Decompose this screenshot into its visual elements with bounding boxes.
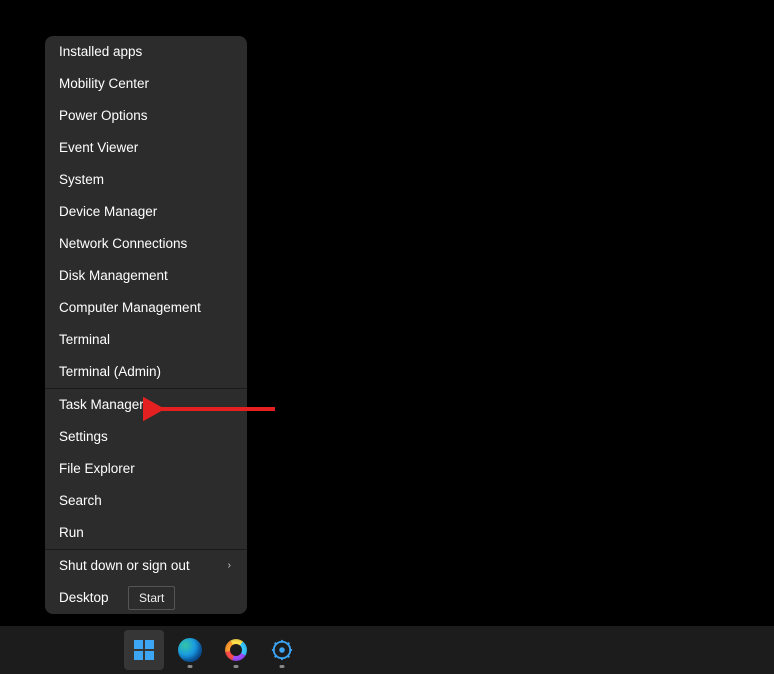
menu-terminal-admin[interactable]: Terminal (Admin) <box>45 356 247 388</box>
running-indicator <box>234 665 239 668</box>
menu-power-options[interactable]: Power Options <box>45 100 247 132</box>
menu-shutdown-signout[interactable]: Shut down or sign out › <box>45 550 247 582</box>
taskbar <box>0 626 774 674</box>
menu-item-label: Disk Management <box>59 267 168 285</box>
menu-event-viewer[interactable]: Event Viewer <box>45 132 247 164</box>
menu-item-label: Mobility Center <box>59 75 149 93</box>
menu-network-connections[interactable]: Network Connections <box>45 228 247 260</box>
menu-terminal[interactable]: Terminal <box>45 324 247 356</box>
menu-installed-apps[interactable]: Installed apps <box>45 36 247 68</box>
menu-computer-management[interactable]: Computer Management <box>45 292 247 324</box>
menu-item-label: Power Options <box>59 107 148 125</box>
menu-item-label: Shut down or sign out <box>59 557 190 575</box>
menu-search[interactable]: Search <box>45 485 247 517</box>
menu-file-explorer[interactable]: File Explorer <box>45 453 247 485</box>
gear-icon <box>271 639 293 661</box>
menu-item-label: Desktop <box>59 589 109 607</box>
menu-item-label: Terminal (Admin) <box>59 363 161 381</box>
menu-item-label: Task Manager <box>59 396 144 414</box>
menu-item-label: Computer Management <box>59 299 201 317</box>
menu-item-label: Settings <box>59 428 108 446</box>
menu-item-label: Network Connections <box>59 235 187 253</box>
edge-icon <box>178 638 202 662</box>
windows-logo-icon <box>132 638 156 662</box>
menu-task-manager[interactable]: Task Manager <box>45 389 247 421</box>
menu-settings[interactable]: Settings <box>45 421 247 453</box>
running-indicator <box>188 665 193 668</box>
menu-item-label: Device Manager <box>59 203 157 221</box>
menu-mobility-center[interactable]: Mobility Center <box>45 68 247 100</box>
menu-item-label: Terminal <box>59 331 110 349</box>
menu-device-manager[interactable]: Device Manager <box>45 196 247 228</box>
settings-button[interactable] <box>262 630 302 670</box>
menu-system[interactable]: System <box>45 164 247 196</box>
edge-button[interactable] <box>170 630 210 670</box>
menu-item-label: Search <box>59 492 102 510</box>
start-button[interactable] <box>124 630 164 670</box>
copilot-icon <box>225 639 247 661</box>
menu-item-label: Event Viewer <box>59 139 138 157</box>
menu-item-label: Run <box>59 524 84 542</box>
winx-context-menu: Installed apps Mobility Center Power Optio… <box>45 36 247 614</box>
menu-item-label: System <box>59 171 104 189</box>
copilot-button[interactable] <box>216 630 256 670</box>
menu-disk-management[interactable]: Disk Management <box>45 260 247 292</box>
running-indicator <box>280 665 285 668</box>
menu-run[interactable]: Run <box>45 517 247 549</box>
menu-item-label: Installed apps <box>59 43 142 61</box>
chevron-right-icon: › <box>228 557 231 575</box>
start-tooltip: Start <box>128 586 175 610</box>
menu-item-label: File Explorer <box>59 460 135 478</box>
